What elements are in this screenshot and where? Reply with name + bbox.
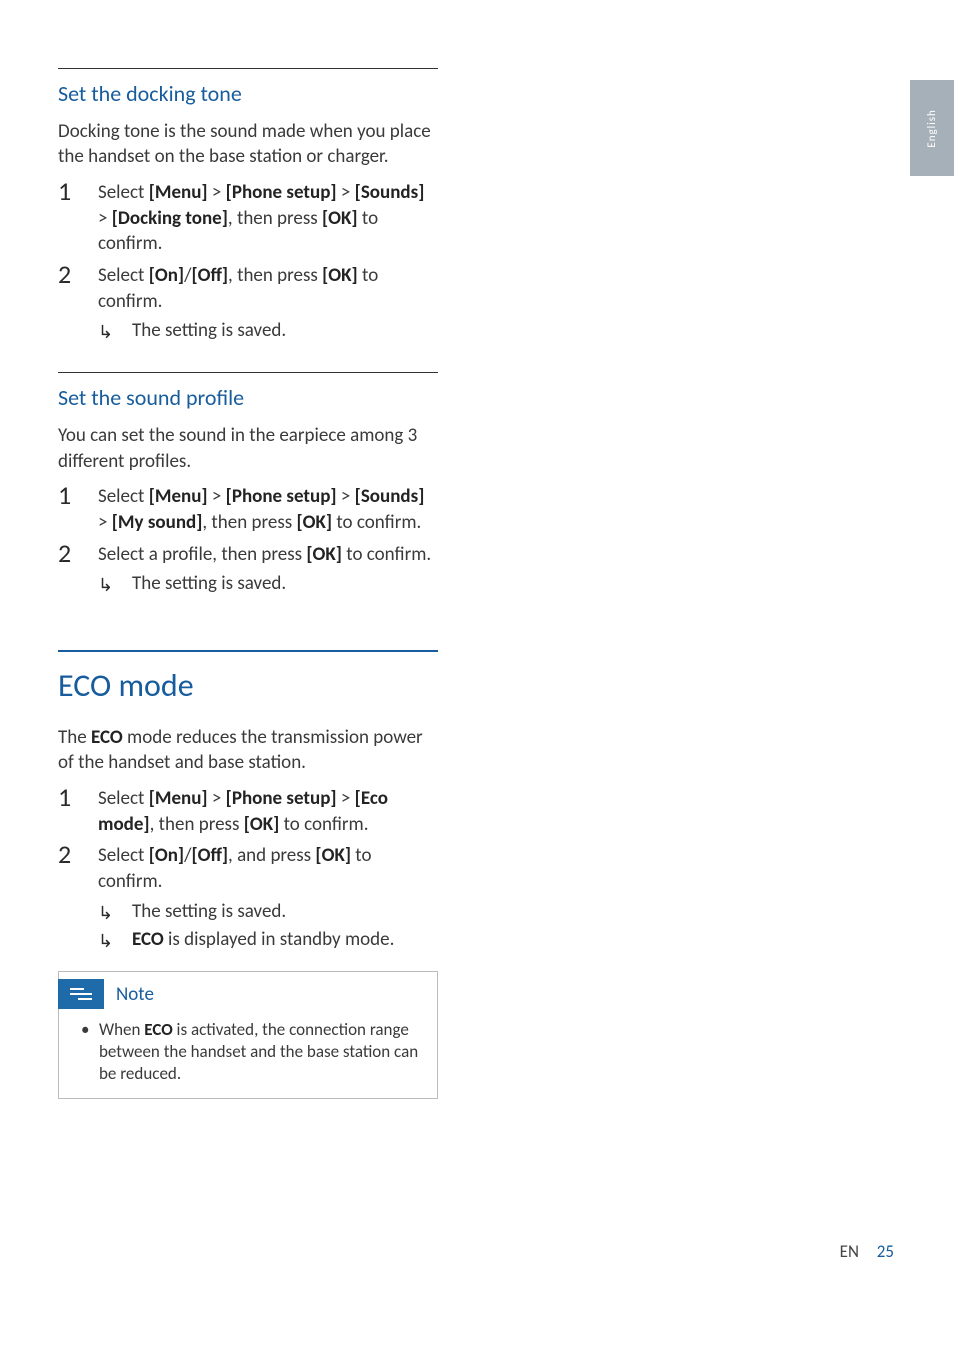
step-number: 2: [58, 841, 98, 894]
step-number: 1: [58, 482, 98, 535]
footer-lang: EN: [840, 1241, 859, 1262]
note-header: Note: [59, 972, 437, 1017]
step-2: 2 Select [On]/[Off], then press [OK] to …: [58, 261, 438, 314]
intro-eco: The ECO mode reduces the transmission po…: [58, 725, 438, 776]
result-arrow-icon: ↳: [98, 318, 132, 344]
step-number: 1: [58, 784, 98, 837]
subheading-sound-profile: Set the sound profile: [58, 383, 438, 413]
divider: [58, 372, 438, 373]
page-column: Set the docking tone Docking tone is the…: [58, 68, 438, 1099]
step-body: Select [Menu] > [Phone setup] > [Sounds]…: [98, 482, 438, 535]
page-footer: EN 25: [840, 1241, 894, 1264]
step-body: Select [On]/[Off], and press [OK] to con…: [98, 841, 438, 894]
note-text: When ECO is activated, the connection ra…: [99, 1019, 423, 1085]
divider-major: [58, 650, 438, 652]
step-2: 2 Select a profile, then press [OK] to c…: [58, 540, 438, 568]
step-1: 1 Select [Menu] > [Phone setup] > [Sound…: [58, 178, 438, 257]
language-tab: English: [910, 80, 954, 176]
result-row: ↳ ECO is displayed in standby mode.: [98, 927, 438, 953]
result-row: ↳ The setting is saved.: [98, 899, 438, 925]
divider: [58, 68, 438, 69]
note-body: • When ECO is activated, the connection …: [59, 1017, 437, 1085]
intro-docking-tone: Docking tone is the sound made when you …: [58, 119, 438, 170]
step-1: 1 Select [Menu] > [Phone setup] > [Eco m…: [58, 784, 438, 837]
subheading-docking-tone: Set the docking tone: [58, 79, 438, 109]
result-text: ECO is displayed in standby mode.: [132, 927, 438, 953]
result-arrow-icon: ↳: [98, 899, 132, 925]
step-number: 2: [58, 540, 98, 568]
step-1: 1 Select [Menu] > [Phone setup] > [Sound…: [58, 482, 438, 535]
intro-sound-profile: You can set the sound in the earpiece am…: [58, 423, 438, 474]
footer-page-number: 25: [877, 1241, 894, 1262]
step-body: Select [Menu] > [Phone setup] > [Sounds]…: [98, 178, 438, 257]
heading-eco-mode: ECO mode: [58, 664, 438, 707]
step-number: 1: [58, 178, 98, 257]
result-arrow-icon: ↳: [98, 927, 132, 953]
step-body: Select a profile, then press [OK] to con…: [98, 540, 438, 568]
note-icon: [58, 979, 104, 1009]
result-text: The setting is saved.: [132, 318, 438, 344]
result-row: ↳ The setting is saved.: [98, 318, 438, 344]
note-box: Note • When ECO is activated, the connec…: [58, 971, 438, 1098]
result-row: ↳ The setting is saved.: [98, 571, 438, 597]
language-tab-label: English: [925, 109, 940, 147]
result-text: The setting is saved.: [132, 571, 438, 597]
step-body: Select [Menu] > [Phone setup] > [Eco mod…: [98, 784, 438, 837]
result-text: The setting is saved.: [132, 899, 438, 925]
step-2: 2 Select [On]/[Off], and press [OK] to c…: [58, 841, 438, 894]
result-arrow-icon: ↳: [98, 571, 132, 597]
step-body: Select [On]/[Off], then press [OK] to co…: [98, 261, 438, 314]
step-number: 2: [58, 261, 98, 314]
bullet-icon: •: [81, 1019, 99, 1085]
note-label: Note: [116, 982, 154, 1008]
